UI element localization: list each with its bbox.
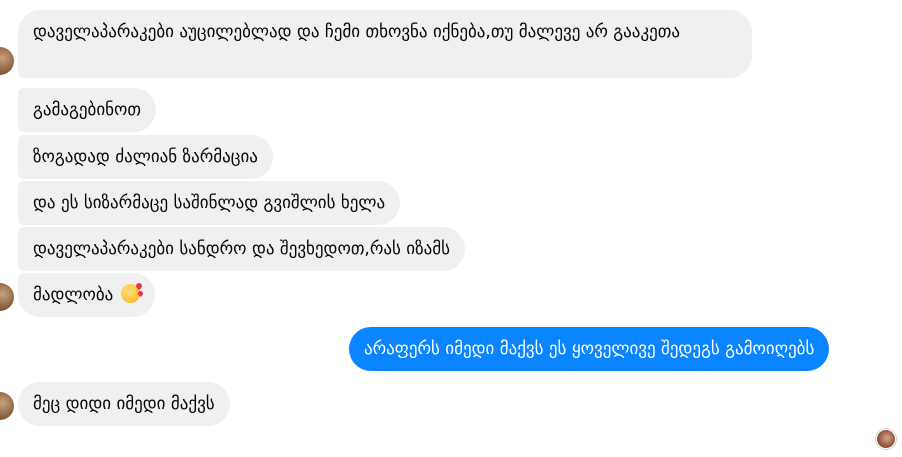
contact-avatar[interactable] xyxy=(0,392,14,420)
smiling-face-with-hearts-icon xyxy=(120,284,140,303)
message-text: დაველაპარაკები სანდრო და შევხედოთ,რას იზ… xyxy=(33,239,450,259)
message-bubble-incoming[interactable]: გამაგებინოთ xyxy=(18,88,156,132)
seen-receipt-avatar xyxy=(876,429,896,449)
message-text: ზოგადად ძალიან ზარმაცია xyxy=(33,147,258,167)
message-bubble-incoming[interactable]: მეც დიდი იმედი მაქვს xyxy=(18,382,230,426)
message-bubble-incoming[interactable]: დაველაპარაკები აუცილებლად და ჩემი თხოვნა… xyxy=(18,10,752,78)
message-text: მადლობა xyxy=(33,285,114,305)
message-text: არაფერს იმედი მაქვს ეს ყოველივე შედეგს გ… xyxy=(364,339,815,359)
message-text: და ეს სიზარმაცე საშინლად გვიშლის ხელა xyxy=(33,193,386,213)
message-bubble-incoming[interactable]: მადლობა xyxy=(18,273,155,317)
message-text: მეც დიდი იმედი მაქვს xyxy=(33,394,215,414)
message-bubble-incoming[interactable]: დაველაპარაკები სანდრო და შევხედოთ,რას იზ… xyxy=(18,227,465,271)
message-bubble-incoming[interactable]: და ეს სიზარმაცე საშინლად გვიშლის ხელა xyxy=(18,181,401,225)
message-bubble-outgoing[interactable]: არაფერს იმედი მაქვს ეს ყოველივე შედეგს გ… xyxy=(349,327,830,371)
contact-avatar[interactable] xyxy=(0,47,14,75)
message-text: გამაგებინოთ xyxy=(33,100,141,120)
message-text: დაველაპარაკები აუცილებლად და ჩემი თხოვნა… xyxy=(33,22,680,42)
message-bubble-incoming[interactable]: ზოგადად ძალიან ზარმაცია xyxy=(18,135,273,179)
contact-avatar[interactable] xyxy=(0,283,14,311)
